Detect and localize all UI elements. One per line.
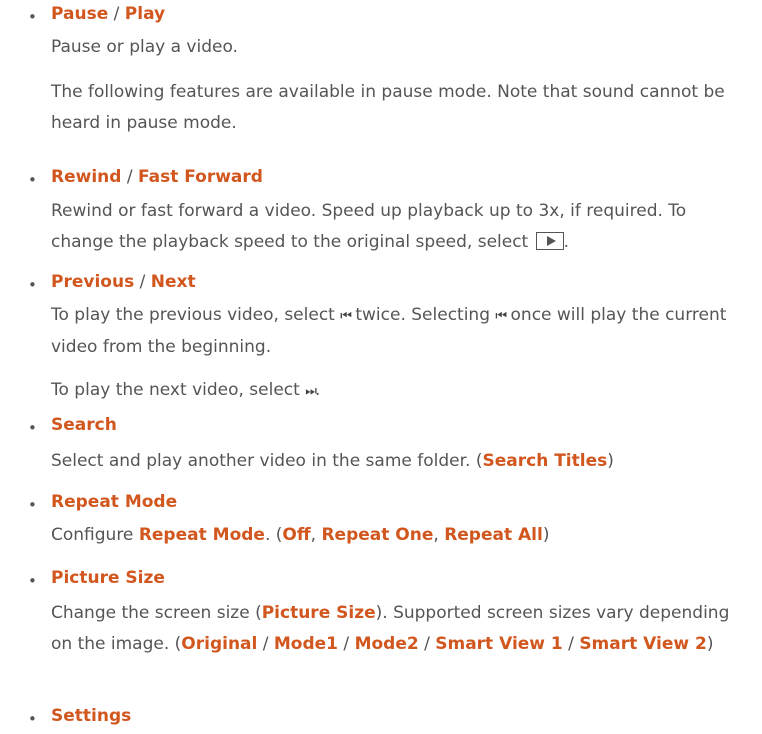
option-repeat-one: Repeat One (321, 525, 434, 545)
section-heading: Picture Size (51, 568, 165, 588)
separator: / (418, 634, 436, 654)
paragraph-text: To play the next video, select (51, 380, 300, 400)
option-smart-view-2: Smart View 2 (579, 634, 707, 654)
paragraph-end: ) (706, 634, 714, 654)
option-repeat-all: Repeat All (444, 525, 543, 545)
paragraph: To play the next video, select ⏭. (51, 375, 741, 407)
heading-separator: / (134, 272, 151, 292)
skip-previous-icon: ⏮ (340, 309, 352, 324)
paragraph-end: . (563, 232, 570, 252)
paragraph-text: . ( (264, 525, 283, 545)
paragraph: Change the screen size (Picture Size). S… (51, 598, 741, 660)
paragraph: The following features are available in … (51, 82, 725, 133)
paragraph-text: To play the previous video, select (51, 305, 335, 325)
repeat-mode-label: Repeat Mode (138, 525, 265, 545)
section-heading: Previous / Next (51, 272, 196, 292)
paragraph-text: Change the screen size ( (51, 603, 262, 623)
skip-next-icon: ⏭ (305, 384, 317, 399)
paragraph-end: . (314, 380, 321, 400)
section-heading: Rewind / Fast Forward (51, 167, 263, 187)
section-heading: Search (51, 415, 117, 435)
separator: , (310, 525, 322, 545)
bullet: • (28, 496, 37, 514)
separator: / (257, 634, 274, 654)
paragraph: To play the previous video, select ⏮ twi… (51, 300, 741, 363)
heading-fast-forward: Fast Forward (137, 167, 263, 187)
bullet: • (28, 171, 37, 189)
paragraph-end: ) (607, 451, 614, 471)
paragraph-text: Rewind or fast forward a video. Speed up… (51, 201, 687, 252)
section-heading: Pause / Play (51, 4, 165, 24)
document-page: • Pause / Play Pause or play a video. Th… (0, 0, 762, 734)
paragraph-text: twice. Selecting (355, 305, 490, 325)
bullet: • (28, 8, 37, 26)
heading-pause: Pause (51, 4, 109, 24)
paragraph-end: ) (542, 525, 550, 545)
heading-rewind: Rewind (51, 167, 122, 187)
paragraph: Configure Repeat Mode. (Off, Repeat One,… (51, 520, 741, 551)
paragraph: Pause or play a video. (51, 37, 238, 57)
paragraph: Rewind or fast forward a video. Speed up… (51, 196, 741, 258)
paragraph: Select and play another video in the sam… (51, 446, 741, 477)
option-smart-view-1: Smart View 1 (435, 634, 563, 654)
separator: / (338, 634, 355, 654)
section-heading: Settings (51, 706, 132, 726)
separator: / (562, 634, 580, 654)
picture-size-label: Picture Size (261, 603, 376, 623)
paragraph-text: Configure (51, 525, 139, 545)
option-mode2: Mode2 (354, 634, 419, 654)
option-original: Original (181, 634, 258, 654)
heading-previous: Previous (51, 272, 135, 292)
paragraph-text: Select and play another video in the sam… (51, 451, 483, 471)
heading-separator: / (121, 167, 138, 187)
option-mode1: Mode1 (273, 634, 339, 654)
heading-next: Next (150, 272, 196, 292)
search-titles-label: Search Titles (482, 451, 608, 471)
skip-previous-icon: ⏮ (495, 309, 507, 324)
play-button-icon (535, 232, 564, 250)
section-heading: Repeat Mode (51, 492, 178, 512)
separator: , (433, 525, 445, 545)
bullet: • (28, 276, 37, 294)
option-off: Off (282, 525, 311, 545)
heading-play: Play (124, 4, 166, 24)
bullet: • (28, 419, 37, 437)
bullet: • (28, 572, 37, 590)
bullet: • (28, 710, 37, 728)
heading-separator: / (108, 4, 125, 24)
